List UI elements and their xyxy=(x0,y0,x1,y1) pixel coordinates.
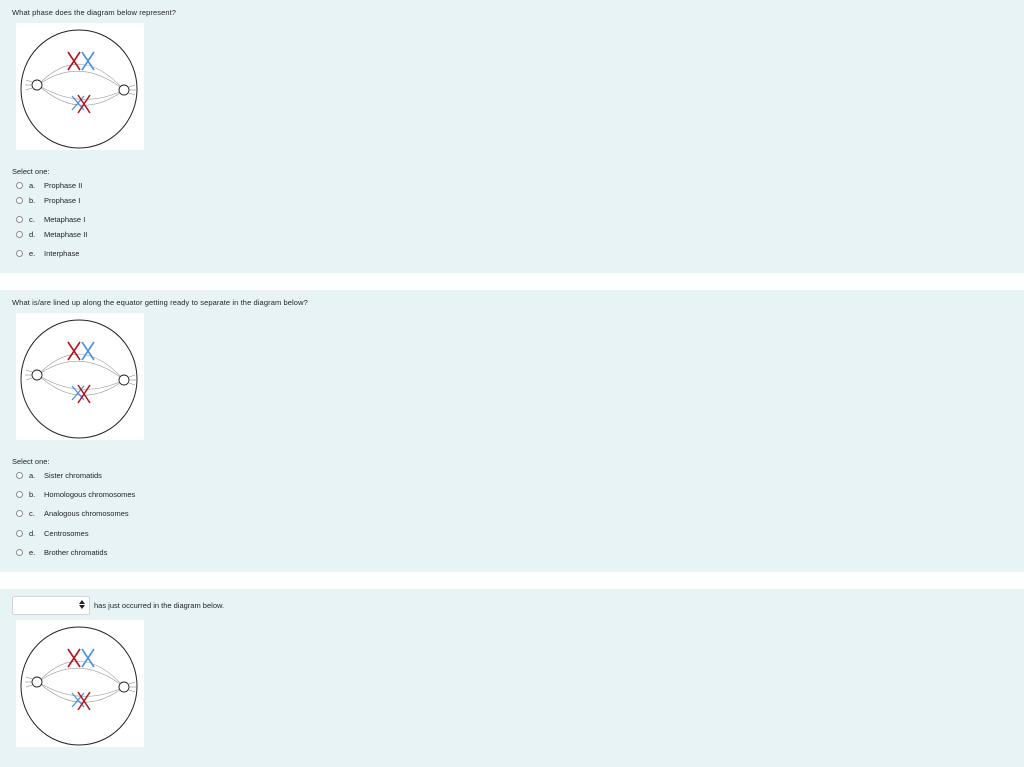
radio-button[interactable] xyxy=(16,215,23,223)
option-c[interactable]: c. Metaphase I xyxy=(16,214,85,224)
radio-button[interactable] xyxy=(16,249,23,257)
question-2: What is/are lined up along the equator g… xyxy=(0,290,1024,572)
radio-button[interactable] xyxy=(16,548,23,556)
metaphase-cell-icon xyxy=(20,319,138,439)
option-label: Brother chromatids xyxy=(44,547,108,557)
option-letter: a. xyxy=(29,180,36,190)
option-a[interactable]: a. Sister chromatids xyxy=(16,470,102,480)
question-3-text: has just occurred in the diagram below. xyxy=(94,601,225,610)
option-a[interactable]: a. Prophase II xyxy=(16,180,82,190)
option-label: Interphase xyxy=(44,248,80,258)
option-letter: a. xyxy=(29,470,36,480)
cell-diagram xyxy=(16,23,144,150)
option-c[interactable]: c. Analogous chromosomes xyxy=(16,508,129,518)
radio-button[interactable] xyxy=(16,490,23,498)
select-one-label: Select one: xyxy=(12,167,50,176)
option-e[interactable]: e. Brother chromatids xyxy=(16,547,107,557)
option-letter: c. xyxy=(29,508,35,518)
option-e[interactable]: e. Interphase xyxy=(16,248,79,258)
radio-button[interactable] xyxy=(16,509,23,517)
option-label: Metaphase I xyxy=(44,214,86,224)
option-label: Prophase I xyxy=(44,195,81,205)
select-one-label: Select one: xyxy=(12,457,50,466)
radio-button[interactable] xyxy=(16,196,23,204)
question-1-text: What phase does the diagram below repres… xyxy=(12,8,177,17)
option-b[interactable]: b. Prophase I xyxy=(16,195,80,205)
radio-button[interactable] xyxy=(16,471,23,479)
option-label: Centrosomes xyxy=(44,528,89,538)
option-d[interactable]: d. Centrosomes xyxy=(16,528,89,538)
option-letter: b. xyxy=(29,195,36,205)
option-b[interactable]: b. Homologous chromosomes xyxy=(16,489,135,499)
option-label: Homologous chromosomes xyxy=(44,489,136,499)
option-label: Sister chromatids xyxy=(44,470,102,480)
answer-dropdown[interactable] xyxy=(12,596,90,615)
question-1: What phase does the diagram below repres… xyxy=(0,0,1024,273)
metaphase-cell-icon xyxy=(20,29,138,149)
option-letter: c. xyxy=(29,214,35,224)
option-d[interactable]: d. Metaphase II xyxy=(16,229,87,239)
option-letter: e. xyxy=(29,248,36,258)
option-label: Prophase II xyxy=(44,180,83,190)
option-letter: d. xyxy=(29,229,36,239)
cell-diagram xyxy=(16,313,144,440)
option-label: Analogous chromosomes xyxy=(44,508,129,518)
updown-caret-icon xyxy=(79,600,85,609)
option-letter: b. xyxy=(29,489,36,499)
question-3: has just occurred in the diagram below. xyxy=(0,589,1024,767)
option-label: Metaphase II xyxy=(44,229,88,239)
radio-button[interactable] xyxy=(16,181,23,189)
option-letter: e. xyxy=(29,547,36,557)
question-2-text: What is/are lined up along the equator g… xyxy=(12,298,308,307)
cell-diagram xyxy=(16,620,144,747)
radio-button[interactable] xyxy=(16,529,23,537)
metaphase-cell-icon xyxy=(20,626,138,746)
option-letter: d. xyxy=(29,528,36,538)
radio-button[interactable] xyxy=(16,230,23,238)
